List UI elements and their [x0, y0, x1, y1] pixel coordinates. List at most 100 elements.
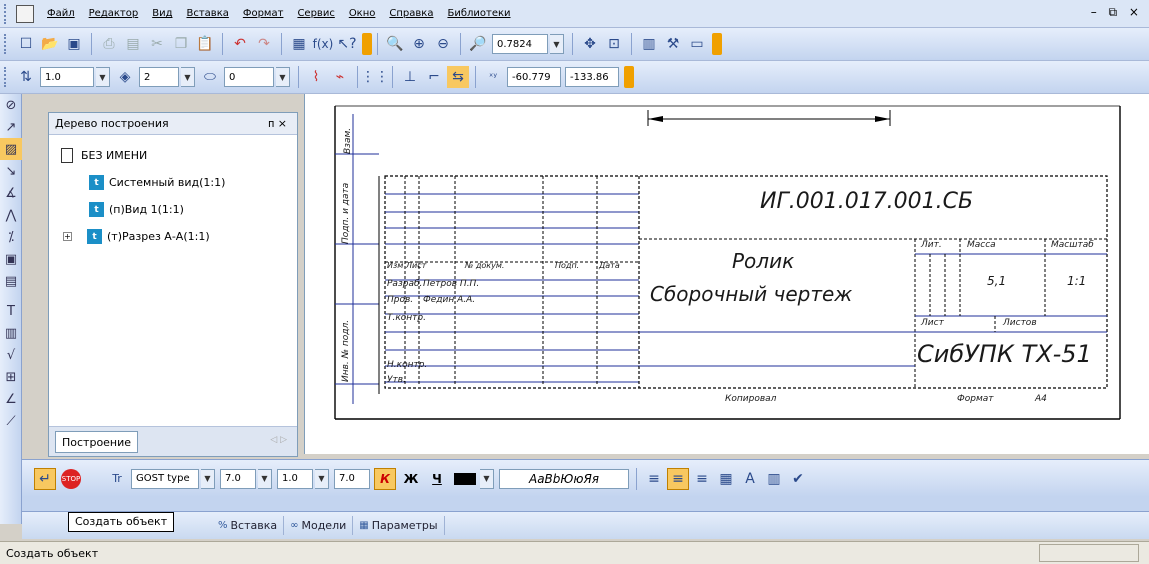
menu-editor[interactable]: Редактор [82, 8, 146, 19]
select-icon[interactable]: ⁒ [0, 226, 22, 248]
view-input[interactable]: 0 [224, 67, 274, 87]
menu-window[interactable]: Окно [342, 8, 383, 19]
zoom-dropdown-icon[interactable]: ▼ [550, 34, 564, 54]
tools-icon[interactable]: ⚒ [662, 33, 684, 55]
function-icon[interactable]: f(x) [312, 33, 334, 55]
designations-icon[interactable]: ▨ [0, 138, 22, 160]
menu-insert[interactable]: Вставка [179, 8, 235, 19]
position-icon[interactable]: ⟋ [0, 410, 22, 432]
bold-button[interactable]: Ж [400, 468, 422, 490]
justify-icon[interactable]: ▦ [715, 468, 737, 490]
table-icon[interactable]: ▥ [0, 322, 22, 344]
toolbar-overflow-icon[interactable] [624, 66, 634, 88]
specification-icon[interactable]: ▤ [0, 270, 22, 292]
menu-view[interactable]: Вид [145, 8, 179, 19]
variables-icon[interactable]: ▦ [288, 33, 310, 55]
grid-icon[interactable]: ⋮⋮ [361, 66, 389, 88]
toolbar-grip[interactable] [4, 67, 10, 87]
tree-node-section[interactable]: + t (т)Разрез А-А(1:1) [63, 229, 210, 244]
layer-input[interactable]: 2 [139, 67, 179, 87]
document-icon[interactable] [16, 4, 34, 23]
cursor-step-dropdown-icon[interactable]: ▼ [96, 67, 110, 87]
zoom-input[interactable]: 0.7824 [492, 34, 548, 54]
manager-icon[interactable]: ▥ [638, 33, 660, 55]
print-icon[interactable]: ⎙ [98, 33, 120, 55]
view-dropdown-icon[interactable]: ▼ [276, 67, 290, 87]
font-size-input[interactable]: 7.0 [220, 468, 256, 489]
ortho-icon[interactable]: ⌐ [423, 66, 445, 88]
tab-models[interactable]: ∞ Модели [284, 516, 354, 535]
screen-icon[interactable]: ▭ [686, 33, 708, 55]
align-right-icon[interactable]: ≡ [691, 468, 713, 490]
tab-scroll-icon[interactable]: ◁ ▷ [270, 435, 287, 445]
view-state-icon[interactable]: ⬭ [199, 66, 221, 88]
snaps-icon[interactable]: ⌁ [329, 66, 351, 88]
dimensions-icon[interactable]: ↗ [0, 116, 22, 138]
associative-views-icon[interactable]: ▣ [0, 248, 22, 270]
font-size-dropdown-icon[interactable]: ▼ [258, 468, 272, 489]
menu-help[interactable]: Справка [382, 8, 440, 19]
expand-icon[interactable]: + [63, 232, 72, 241]
tree-node-view-1[interactable]: t (п)Вид 1(1:1) [89, 202, 184, 217]
save-icon[interactable]: ▣ [63, 33, 85, 55]
clear-snap-icon[interactable]: ⌇ [305, 66, 327, 88]
underline-button[interactable]: Ч [426, 468, 448, 490]
create-object-icon[interactable]: ↵ [34, 467, 56, 490]
window-controls[interactable]: – ⧉ × [1091, 5, 1143, 20]
pin-close-icon[interactable]: ᴨ × [268, 117, 287, 130]
menu-service[interactable]: Сервис [290, 8, 341, 19]
pan-icon[interactable]: ✥ [579, 33, 601, 55]
italic-button[interactable]: К [374, 467, 396, 490]
align-center-icon[interactable]: ≡ [667, 467, 689, 490]
zoom-window-icon[interactable]: 🔍 [384, 33, 406, 55]
zoom-out-icon[interactable]: ⊖ [432, 33, 454, 55]
open-icon[interactable]: 📂 [39, 33, 61, 55]
menu-file[interactable]: Файл [40, 8, 82, 19]
color-swatch[interactable] [451, 468, 479, 490]
toolbar-grip[interactable] [4, 3, 10, 24]
coord-x-input[interactable]: -60.779 [507, 67, 561, 87]
layer-icon[interactable]: ◈ [114, 66, 136, 88]
cut-icon[interactable]: ✂ [146, 33, 168, 55]
copy-icon[interactable]: ❐ [170, 33, 192, 55]
coord-y-input[interactable]: -133.86 [565, 67, 619, 87]
layer-dropdown-icon[interactable]: ▼ [181, 67, 195, 87]
undo-icon[interactable]: ↶ [229, 33, 251, 55]
toolbar-overflow-icon[interactable] [362, 33, 372, 55]
color-dropdown-icon[interactable]: ▼ [480, 468, 494, 489]
toolbar-overflow-icon[interactable] [712, 33, 722, 55]
show-all-icon[interactable]: ⊡ [603, 33, 625, 55]
preview-icon[interactable]: ▤ [122, 33, 144, 55]
cursor-step-input[interactable]: 1.0 [40, 67, 94, 87]
drawing-canvas[interactable]: Взам. Подп. и дата Инв. № подл. ИГ.001.0… [304, 94, 1149, 454]
leader-icon[interactable]: ∠ [0, 388, 22, 410]
local-cs-icon[interactable]: ⊥ [399, 66, 421, 88]
font-name-input[interactable]: GOST type [131, 468, 199, 489]
spellcheck-icon[interactable]: ✔ [787, 468, 809, 490]
stop-icon[interactable]: STOP [61, 468, 81, 489]
measure-icon[interactable]: ⋀ [0, 204, 22, 226]
new-document-icon[interactable]: ☐ [15, 33, 37, 55]
tab-build[interactable]: Построение [55, 431, 139, 453]
tree-node-system-view[interactable]: t Системный вид(1:1) [89, 175, 225, 190]
redo-icon[interactable]: ↷ [253, 33, 275, 55]
text-color-icon[interactable]: A [739, 468, 761, 490]
parametrize-icon[interactable]: ∡ [0, 182, 22, 204]
tab-parameters[interactable]: ▦ Параметры [353, 516, 445, 535]
zoom-in-icon[interactable]: ⊕ [408, 33, 430, 55]
spacing-input[interactable]: 1.0 [277, 468, 313, 489]
align-left-icon[interactable]: ≡ [643, 468, 665, 490]
tree-root[interactable]: БЕЗ ИМЕНИ [61, 148, 147, 163]
menu-libraries[interactable]: Библиотеки [440, 8, 517, 19]
spacing-dropdown-icon[interactable]: ▼ [315, 468, 329, 489]
toolbar-grip[interactable] [4, 34, 10, 54]
snap-step-icon[interactable]: ⇅ [15, 66, 37, 88]
zoom-scale-icon[interactable]: 🔎 [467, 33, 489, 55]
text-icon[interactable]: T [0, 300, 22, 322]
round-icon[interactable]: ⇆ [447, 66, 469, 88]
base-icon[interactable]: ⊞ [0, 366, 22, 388]
tab-insert[interactable]: % Вставка [212, 516, 285, 535]
height-input[interactable]: 7.0 [334, 468, 370, 489]
font-dropdown-icon[interactable]: ▼ [201, 468, 215, 489]
help-pointer-icon[interactable]: ↖? [336, 33, 358, 55]
